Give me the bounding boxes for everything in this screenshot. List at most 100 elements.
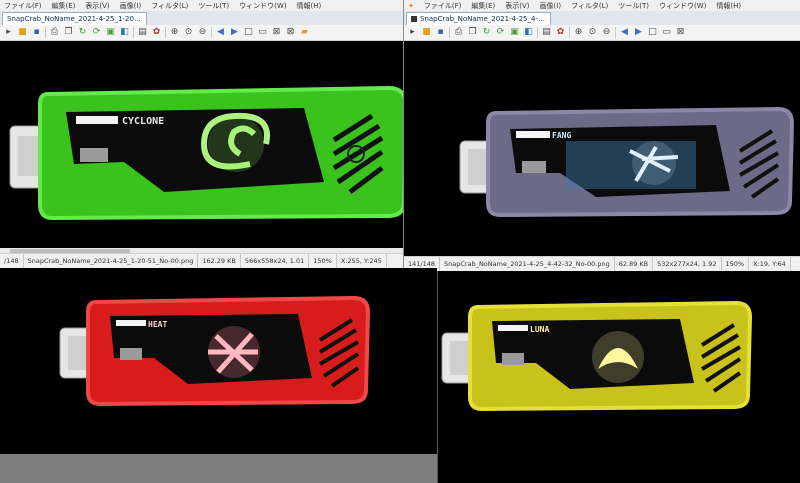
viewer-window-right: ✦ ファイル(F) 編集(E) 表示(V) 画像(I) フィルタ(L) ツール(… bbox=[403, 0, 800, 271]
menu-item-image[interactable]: 画像(I) bbox=[120, 1, 142, 11]
menu-item-tools[interactable]: ツール(T) bbox=[618, 1, 649, 11]
adjust-icon[interactable]: ◧ bbox=[119, 27, 130, 38]
refresh-icon[interactable]: ⟳ bbox=[91, 27, 102, 38]
zoom-in-icon[interactable]: ⊕ bbox=[169, 27, 180, 38]
cyclone-memory-image: CYCLONE bbox=[4, 84, 403, 222]
menu-item-file[interactable]: ファイル(F) bbox=[4, 1, 42, 11]
status-filename: SnapCrab_NoName_2021-4-25_1-20-51_No-00.… bbox=[24, 254, 199, 268]
folder-icon[interactable]: ■ bbox=[17, 27, 28, 38]
status-bar: 141/148 SnapCrab_NoName_2021-4-25_4-42-3… bbox=[404, 256, 800, 271]
toolbar: ▸ ■ ▪ ⎙ ❐ ↻ ⟳ ▣ ◧ ▤ ✿ ⊕ ⊙ ⊖ ◀ ▶ □ ▭ ⊠ ⊠ … bbox=[0, 25, 403, 41]
status-zoom: 150% bbox=[309, 254, 337, 268]
toolbar: ▸ ■ ▪ ⎙ ❐ ↻ ⟳ ▣ ◧ ▤ ✿ ⊕ ⊙ ⊖ ◀ ▶ □ ▭ ⊠ bbox=[404, 25, 800, 41]
info-icon[interactable]: ✿ bbox=[555, 27, 566, 38]
menu-item-edit[interactable]: 編集(E) bbox=[471, 1, 495, 11]
filter-icon[interactable]: ▣ bbox=[105, 27, 116, 38]
menu-item-file[interactable]: ファイル(F) bbox=[424, 1, 462, 11]
status-index: /148 bbox=[0, 254, 24, 268]
toolbar-separator bbox=[45, 27, 46, 38]
toolbar-separator bbox=[537, 27, 538, 38]
close-icon[interactable]: ⊠ bbox=[675, 27, 686, 38]
adjust-icon[interactable]: ◧ bbox=[523, 27, 534, 38]
menu-item-image[interactable]: 画像(I) bbox=[540, 1, 562, 11]
image-tab[interactable]: SnapCrab_NoName_2021-4-25_4-42-3... bbox=[406, 12, 551, 26]
tab-strip: SnapCrab_NoName_2021-4-25_1-20-5... bbox=[0, 11, 403, 26]
luna-memory-graphic: LUNA bbox=[441, 300, 753, 412]
slideshow-icon[interactable]: ▤ bbox=[137, 27, 148, 38]
folder-icon[interactable]: ■ bbox=[421, 27, 432, 38]
open-icon[interactable]: ▸ bbox=[3, 27, 14, 38]
status-dimensions: 566x558x24, 1.01 bbox=[241, 254, 310, 268]
monitor-icon[interactable]: ▰ bbox=[299, 27, 310, 38]
copy-icon[interactable]: ❐ bbox=[63, 27, 74, 38]
toolbar-separator bbox=[449, 27, 450, 38]
status-bar: /148 SnapCrab_NoName_2021-4-25_1-20-51_N… bbox=[0, 253, 403, 268]
toolbar-separator bbox=[211, 27, 212, 38]
print-icon[interactable]: ⎙ bbox=[453, 27, 464, 38]
tab-strip: SnapCrab_NoName_2021-4-25_4-42-3... bbox=[404, 11, 800, 26]
image-viewport: FANG bbox=[404, 41, 800, 257]
zoom-fit-icon[interactable]: ⊙ bbox=[183, 27, 194, 38]
fang-memory-image: FANG bbox=[456, 101, 796, 221]
menu-item-info[interactable]: 情報(H) bbox=[297, 1, 322, 11]
next-icon[interactable]: ▶ bbox=[633, 27, 644, 38]
rotate-icon[interactable]: ↻ bbox=[481, 27, 492, 38]
prev-icon[interactable]: ◀ bbox=[215, 27, 226, 38]
luna-memory-image: LUNA bbox=[440, 297, 760, 417]
status-filename: SnapCrab_NoName_2021-4-25_4-42-32_No-00.… bbox=[440, 257, 615, 271]
viewer-window-bottom-right: LUNA bbox=[437, 271, 800, 483]
luna-label: LUNA bbox=[530, 325, 549, 334]
image-file-icon bbox=[411, 16, 417, 22]
menu-item-view[interactable]: 表示(V) bbox=[505, 1, 529, 11]
status-coords: X:19, Y:64 bbox=[749, 257, 791, 271]
save-icon[interactable]: ▪ bbox=[435, 27, 446, 38]
toolbar-separator bbox=[569, 27, 570, 38]
window-icon[interactable]: ▭ bbox=[257, 27, 268, 38]
menu-item-tools[interactable]: ツール(T) bbox=[198, 1, 229, 11]
status-dimensions: 532x277x24, 1.92 bbox=[653, 257, 722, 271]
next-icon[interactable]: ▶ bbox=[229, 27, 240, 38]
image-tab[interactable]: SnapCrab_NoName_2021-4-25_1-20-5... bbox=[2, 12, 147, 26]
toolbar-separator bbox=[165, 27, 166, 38]
close-icon[interactable]: ⊠ bbox=[271, 27, 282, 38]
fang-label: FANG bbox=[552, 131, 571, 140]
filter-icon[interactable]: ▣ bbox=[509, 27, 520, 38]
menu-item-edit[interactable]: 編集(E) bbox=[52, 1, 76, 11]
image-viewport: CYCLONE bbox=[0, 41, 403, 254]
copy-icon[interactable]: ❐ bbox=[467, 27, 478, 38]
rotate-icon[interactable]: ↻ bbox=[77, 27, 88, 38]
status-filesize: 62.89 KB bbox=[615, 257, 654, 271]
save-icon[interactable]: ▪ bbox=[31, 27, 42, 38]
menu-item-window[interactable]: ウィンドウ(W) bbox=[239, 1, 286, 11]
toolbar-separator bbox=[133, 27, 134, 38]
tab-title: SnapCrab_NoName_2021-4-25_1-20-5... bbox=[7, 15, 147, 23]
viewer-window-left: ファイル(F) 編集(E) 表示(V) 画像(I) フィルタ(L) ツール(T)… bbox=[0, 0, 403, 268]
menu-item-filter[interactable]: フィルタ(L) bbox=[571, 1, 608, 11]
prev-icon[interactable]: ◀ bbox=[619, 27, 630, 38]
close-icon[interactable]: ⊠ bbox=[285, 27, 296, 38]
print-icon[interactable]: ⎙ bbox=[49, 27, 60, 38]
menu-item-view[interactable]: 表示(V) bbox=[85, 1, 109, 11]
refresh-icon[interactable]: ⟳ bbox=[495, 27, 506, 38]
slideshow-icon[interactable]: ▤ bbox=[541, 27, 552, 38]
window-icon[interactable]: ▭ bbox=[661, 27, 672, 38]
open-icon[interactable]: ▸ bbox=[407, 27, 418, 38]
menu-item-filter[interactable]: フィルタ(L) bbox=[151, 1, 188, 11]
viewer-window-bottom-left: HEAT bbox=[0, 268, 437, 483]
zoom-out-icon[interactable]: ⊖ bbox=[197, 27, 208, 38]
zoom-out-icon[interactable]: ⊖ bbox=[601, 27, 612, 38]
menu-item-window[interactable]: ウィンドウ(W) bbox=[659, 1, 706, 11]
toolbar-separator bbox=[615, 27, 616, 38]
cyclone-label: CYCLONE bbox=[122, 116, 164, 127]
zoom-in-icon[interactable]: ⊕ bbox=[573, 27, 584, 38]
tab-title: SnapCrab_NoName_2021-4-25_4-42-3... bbox=[420, 15, 551, 23]
cyclone-memory-graphic: CYCLONE bbox=[9, 85, 403, 221]
fullscreen-icon[interactable]: □ bbox=[243, 27, 254, 38]
menu-item-info[interactable]: 情報(H) bbox=[716, 1, 741, 11]
status-zoom: 150% bbox=[722, 257, 750, 271]
info-icon[interactable]: ✿ bbox=[151, 27, 162, 38]
fullscreen-icon[interactable]: □ bbox=[647, 27, 658, 38]
zoom-fit-icon[interactable]: ⊙ bbox=[587, 27, 598, 38]
status-coords: X:255, Y:245 bbox=[337, 254, 387, 268]
fang-memory-graphic: FANG bbox=[459, 106, 795, 218]
